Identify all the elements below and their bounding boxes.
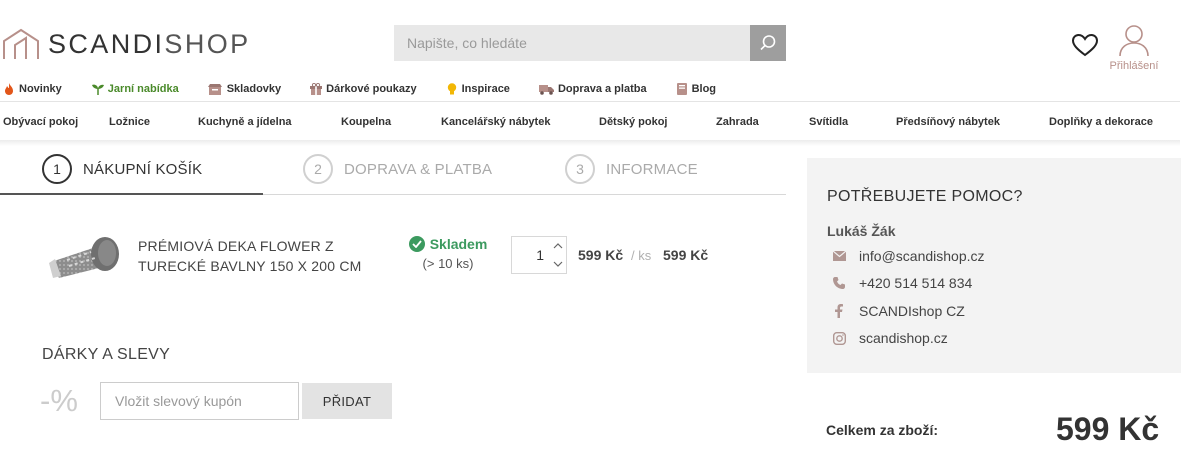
coupon-input[interactable] — [100, 382, 299, 420]
stock-label: Skladem — [429, 236, 488, 252]
flame-icon — [3, 83, 15, 95]
search-button[interactable] — [750, 25, 786, 61]
nav-doprava-a-platba[interactable]: Doprava a platba — [538, 83, 647, 95]
category-koupelna[interactable]: Koupelna — [341, 116, 391, 128]
step-label: DOPRAVA & PLATBA — [344, 160, 493, 178]
help-email: info@scandishop.cz — [859, 248, 985, 264]
facebook-icon — [831, 303, 847, 319]
step-label: NÁKUPNÍ KOŠÍK — [83, 160, 203, 178]
divider — [0, 101, 1180, 102]
step-information[interactable]: 3 INFORMACE — [565, 154, 698, 184]
nav-label: Novinky — [19, 83, 62, 95]
active-step-indicator — [0, 193, 263, 195]
envelope-icon — [831, 248, 847, 264]
unit-price: 599 Kč — [578, 247, 624, 263]
book-icon — [676, 83, 688, 95]
category-detsky-pokoj[interactable]: Dětský pokoj — [599, 116, 667, 128]
add-coupon-button[interactable]: PŘIDAT — [302, 383, 392, 419]
category-svitidla[interactable]: Svítidla — [809, 116, 848, 128]
stock-detail: (> 10 ks) — [422, 256, 474, 271]
house-logo-icon — [3, 28, 39, 59]
search-icon — [760, 35, 776, 51]
login-button[interactable]: Přihlášení — [1107, 23, 1161, 72]
total-label: Celkem za zboží: — [826, 422, 939, 438]
step-number: 1 — [42, 154, 72, 184]
nav-label: Skladovky — [226, 83, 282, 95]
nav-label: Dárkové poukazy — [326, 83, 417, 95]
heart-icon — [1071, 33, 1099, 57]
step-number: 2 — [303, 154, 333, 184]
help-facebook-link[interactable]: SCANDIshop CZ — [831, 303, 965, 319]
login-label: Přihlášení — [1109, 60, 1159, 72]
search-input[interactable] — [394, 25, 750, 61]
category-zahrada[interactable]: Zahrada — [716, 116, 759, 128]
quantity-value[interactable]: 1 — [512, 237, 550, 273]
logo[interactable]: SCANDISHOP — [2, 24, 251, 64]
nav-label: Doprava a platba — [557, 83, 647, 95]
nav-novinky[interactable]: Novinky — [3, 83, 62, 95]
product-name-link[interactable]: PRÉMIOVÁ DEKA FLOWER Z TURECKÉ BAVLNY 15… — [138, 236, 378, 276]
top-nav: Novinky Jarní nabídka Skladovky Dárkové … — [0, 80, 745, 98]
quantity-increase-button[interactable] — [550, 237, 566, 255]
user-icon — [1119, 25, 1149, 57]
category-nav: Obývací pokoj Ložnice Kuchyně a jídelna … — [0, 114, 1180, 132]
help-phone: +420 514 514 834 — [859, 275, 973, 291]
nav-label: Inspirace — [461, 83, 510, 95]
quantity-decrease-button[interactable] — [550, 255, 566, 273]
help-instagram: scandishop.cz — [859, 330, 948, 346]
nav-darkove-poukazy[interactable]: Dárkové poukazy — [310, 83, 417, 95]
help-instagram-link[interactable]: scandishop.cz — [831, 330, 948, 346]
help-facebook: SCANDIshop CZ — [859, 303, 965, 319]
per-unit-label: / ks — [631, 248, 652, 263]
nav-shadow — [0, 140, 1180, 146]
nav-label: Jarní nabídka — [107, 83, 179, 95]
step-number: 3 — [565, 154, 595, 184]
gifts-heading: DÁRKY A SLEVY — [42, 346, 171, 363]
category-kancelarsky-nabytek[interactable]: Kancelářský nábytek — [441, 116, 550, 128]
checkout-steps: 1 NÁKUPNÍ KOŠÍK 2 DOPRAVA & PLATBA 3 INF… — [0, 150, 786, 195]
stock-status: Skladem (> 10 ks) — [405, 236, 491, 271]
item-total-price: 599 Kč — [663, 247, 709, 263]
category-kuchyne-a-jidelna[interactable]: Kuchyně a jídelna — [198, 116, 292, 128]
logo-text: SCANDISHOP — [48, 28, 251, 59]
chevron-down-icon — [553, 261, 563, 267]
sprout-icon — [91, 83, 104, 95]
search-bar — [394, 25, 786, 61]
truck-icon — [538, 83, 554, 95]
help-contact-name: Lukáš Žák — [827, 223, 896, 239]
category-doplnky-a-dekorace[interactable]: Doplňky a dekorace — [1049, 116, 1153, 128]
help-heading: POTŘEBUJETE POMOC? — [827, 188, 1023, 205]
category-predsinovy-nabytek[interactable]: Předsíňový nábytek — [896, 116, 1000, 128]
help-email-link[interactable]: info@scandishop.cz — [831, 248, 985, 264]
category-obyvaci-pokoj[interactable]: Obývací pokoj — [3, 116, 78, 128]
nav-skladovky[interactable]: Skladovky — [208, 83, 281, 95]
gift-icon — [310, 83, 323, 95]
help-box: POTŘEBUJETE POMOC? Lukáš Žák info@scandi… — [807, 158, 1181, 373]
product-image[interactable] — [47, 232, 123, 280]
chevron-up-icon — [553, 243, 563, 249]
lightbulb-icon — [446, 83, 458, 95]
discount-percent-icon: -% — [40, 383, 78, 418]
box-icon — [208, 83, 223, 95]
nav-inspirace[interactable]: Inspirace — [446, 83, 510, 95]
quantity-stepper[interactable]: 1 — [511, 236, 567, 274]
nav-blog[interactable]: Blog — [676, 83, 716, 95]
total-value: 599 Kč — [1056, 411, 1160, 447]
nav-label: Blog — [691, 83, 717, 95]
instagram-icon — [831, 330, 847, 346]
nav-jarni-nabidka[interactable]: Jarní nabídka — [91, 83, 179, 95]
help-phone-link[interactable]: +420 514 514 834 — [831, 275, 972, 291]
phone-icon — [831, 275, 847, 291]
step-cart[interactable]: 1 NÁKUPNÍ KOŠÍK — [42, 154, 202, 184]
step-label: INFORMACE — [606, 160, 698, 178]
check-icon — [408, 236, 425, 252]
step-shipping-payment[interactable]: 2 DOPRAVA & PLATBA — [303, 154, 492, 184]
wishlist-button[interactable] — [1071, 33, 1099, 62]
category-loznice[interactable]: Ložnice — [109, 116, 150, 128]
